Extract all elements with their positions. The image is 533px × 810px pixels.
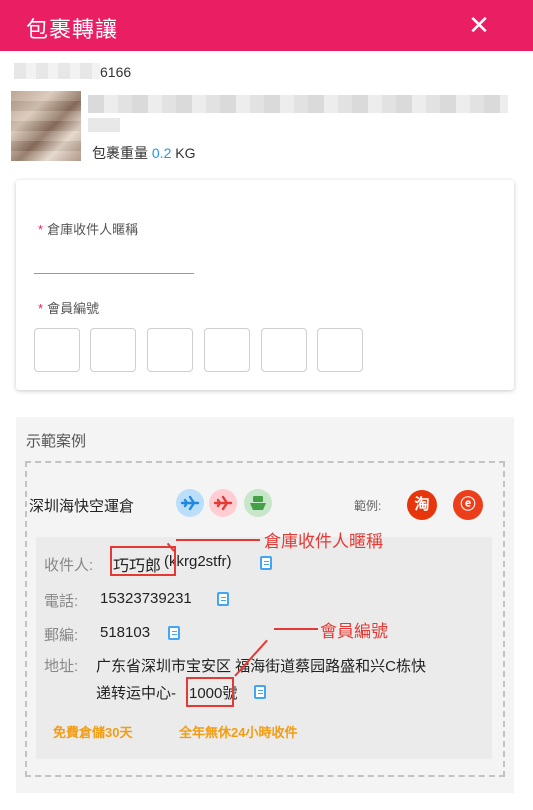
dialog-title: 包裹轉讓 <box>26 17 119 42</box>
zip-label: 郵編: <box>44 627 79 644</box>
required-mark: * <box>38 222 44 237</box>
nickname-highlight <box>110 546 176 576</box>
phone-label: 電話: <box>44 593 79 610</box>
member-digit-4[interactable] <box>204 328 250 372</box>
member-label: * 會員編號 <box>38 301 100 316</box>
airplane-icon <box>176 489 204 517</box>
nickname-input[interactable] <box>34 258 194 274</box>
weight-value: 0.2 <box>151 145 172 161</box>
copy-icon[interactable] <box>260 556 272 570</box>
member-digit-3[interactable] <box>147 328 193 372</box>
callout-member: 會員編號 <box>320 622 388 641</box>
copy-icon[interactable] <box>254 685 266 699</box>
weight-label: 包裹重量 <box>92 145 148 161</box>
address-line-1: 广东省深圳市宝安区 福海街道蔡园路盛和兴C栋快 <box>96 658 427 675</box>
package-weight: 包裹重量 0.2 KG <box>92 143 195 163</box>
airplane-icon <box>209 489 237 517</box>
member-digit-5[interactable] <box>261 328 307 372</box>
weight-unit: KG <box>175 145 196 161</box>
dialog-header: 包裹轉讓 ✕ <box>0 0 533 51</box>
package-thumbnail <box>11 91 81 161</box>
close-icon[interactable]: ✕ <box>466 10 492 40</box>
nickname-label: * 倉庫收件人暱稱 <box>38 222 139 237</box>
example-label: 範例: <box>354 499 382 513</box>
callout-line-nickname <box>176 539 260 541</box>
package-name-redacted <box>88 95 508 113</box>
copy-icon[interactable] <box>217 592 229 606</box>
phone-value: 15323739231 <box>100 590 192 607</box>
member-digit-1[interactable] <box>34 328 80 372</box>
zip-value: 518103 <box>100 624 151 641</box>
member-digit-6[interactable] <box>317 328 363 372</box>
alibaba-icon: ⓔ <box>453 490 483 520</box>
required-mark: * <box>38 301 44 316</box>
copy-icon[interactable] <box>168 626 180 640</box>
callout-nickname: 倉庫收件人暱稱 <box>264 532 383 551</box>
feature-24h-receiving: 全年無休24小時收件 <box>179 725 298 740</box>
callout-line-member <box>274 628 318 630</box>
package-name-redacted-2 <box>88 118 120 132</box>
recipient-label: 收件人: <box>44 557 94 574</box>
member-digit-2[interactable] <box>90 328 136 372</box>
transfer-form: * 倉庫收件人暱稱 * 會員編號 <box>16 180 514 390</box>
address-line-2: 递转运中心- <box>96 685 176 702</box>
ship-icon <box>244 489 272 517</box>
package-id-redacted <box>14 63 100 79</box>
package-id: 6166 <box>100 64 132 80</box>
feature-free-storage: 免費倉儲30天 <box>53 725 133 740</box>
taobao-icon: 淘 <box>407 490 437 520</box>
member-highlight <box>186 677 234 707</box>
address-label: 地址: <box>44 658 79 675</box>
example-title: 示範案例 <box>26 433 87 450</box>
warehouse-name: 深圳海快空運倉 <box>29 498 135 515</box>
